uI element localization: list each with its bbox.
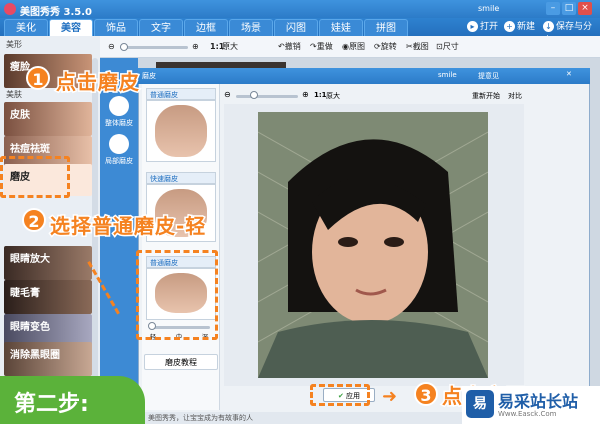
- tab-frame[interactable]: 边框: [184, 19, 228, 36]
- tab-doll[interactable]: 娃娃: [319, 19, 363, 36]
- redo-button[interactable]: ↷重做: [310, 40, 333, 54]
- dialog-zoom-ratio[interactable]: 1:1: [314, 91, 327, 99]
- preset-label-quick: 快速磨皮: [146, 172, 216, 184]
- eye-icon: ◉: [342, 42, 349, 51]
- new-button[interactable]: + 新建: [504, 20, 535, 34]
- list-item-mascara[interactable]: 睫毛膏: [4, 280, 92, 314]
- main-tab-bar: 美化 美容 饰品 文字 边框 场景 闪图 娃娃 拼图 ▸ 打开 + 新建 ↓ 保存与分…: [0, 18, 600, 46]
- dialog-original-size[interactable]: 原大: [326, 91, 340, 101]
- portrait-illustration: [258, 112, 488, 378]
- rotate-button[interactable]: ⟳旋转: [374, 40, 397, 54]
- tab-collage[interactable]: 拼图: [364, 19, 408, 36]
- dialog-zoom-knob[interactable]: [250, 91, 258, 99]
- step1-text: 点击磨皮: [55, 69, 141, 96]
- zoom-slider[interactable]: [120, 46, 188, 49]
- list-item-skin[interactable]: 皮肤: [4, 102, 92, 136]
- step2-text: 选择普通磨皮-轻: [48, 213, 207, 240]
- partial-smoothing-button[interactable]: 局部磨皮: [104, 134, 134, 174]
- zoom-out-icon[interactable]: ⊖: [108, 40, 115, 54]
- list-item-dark-circles[interactable]: 消除黑眼圈: [4, 342, 92, 376]
- crop-button[interactable]: ✂截图: [406, 40, 429, 54]
- open-button[interactable]: ▸ 打开: [467, 20, 498, 34]
- step1-highlight-box: [0, 156, 70, 198]
- portrait-photo: [258, 112, 488, 378]
- step3-arrow-icon: ➜: [382, 386, 398, 407]
- zoom-in-icon[interactable]: ⊕: [192, 40, 199, 54]
- step1-number: 1: [26, 66, 50, 90]
- tab-text[interactable]: 文字: [139, 19, 183, 36]
- original-button[interactable]: ◉原图: [342, 40, 365, 54]
- rotate-icon: ⟳: [374, 42, 381, 51]
- site-logo-icon: 易: [466, 390, 494, 418]
- site-url: Www.Easck.Com: [498, 410, 557, 418]
- app-logo-icon: [4, 3, 16, 15]
- zoom-slider-knob[interactable]: [120, 43, 128, 51]
- resize-icon: ⊡: [436, 42, 443, 51]
- maximize-button[interactable]: □: [562, 2, 576, 15]
- section-shape-header: 美形: [0, 38, 100, 52]
- dialog-zoom-slider[interactable]: [236, 95, 298, 98]
- close-button[interactable]: ×: [578, 2, 592, 15]
- step3-number: 3: [414, 382, 438, 406]
- list-item-enlarge-eyes[interactable]: 眼睛放大: [4, 246, 92, 280]
- tab-cosmetic[interactable]: 美容: [49, 19, 93, 36]
- preset-label-top: 普通磨皮: [146, 88, 216, 100]
- dialog-user: smile: [438, 71, 457, 79]
- original-size-button[interactable]: 原大: [222, 40, 238, 54]
- dialog-toolbar: ⊖ ⊕ 1:1 原大 重新开始 对比: [218, 88, 588, 102]
- feedback-link[interactable]: 提意见: [478, 71, 499, 81]
- step2-number: 2: [22, 208, 46, 232]
- tab-scene[interactable]: 场景: [229, 19, 273, 36]
- dialog-zoom-in-icon[interactable]: ⊕: [302, 90, 309, 99]
- dialog-title-bar: 磨皮 smile 提意见 ✕: [138, 68, 590, 84]
- site-watermark: 易 易采站长站 Www.Easck.Com: [462, 386, 600, 424]
- step-banner: 第二步:: [0, 376, 145, 424]
- dialog-title: 磨皮: [142, 72, 156, 80]
- save-icon: ↓: [543, 21, 554, 32]
- tab-accessories[interactable]: 饰品: [94, 19, 138, 36]
- save-share-button[interactable]: ↓保存与分享: [543, 20, 600, 46]
- undo-button[interactable]: ↶撤销: [278, 40, 301, 54]
- undo-icon: ↶: [278, 42, 285, 51]
- app-title: 美图秀秀 3.5.0: [20, 7, 92, 18]
- user-name[interactable]: smile: [478, 4, 499, 13]
- restart-button[interactable]: 重新开始: [472, 91, 500, 101]
- crop-icon: ✂: [406, 42, 413, 51]
- size-button[interactable]: ⊡尺寸: [436, 40, 459, 54]
- face-icon: [109, 96, 129, 116]
- folder-icon: ▸: [467, 21, 478, 32]
- title-bar: 美图秀秀 3.5.0 smile – □ ×: [0, 0, 600, 18]
- overall-smoothing-button[interactable]: 整体磨皮: [104, 96, 134, 136]
- brush-icon: [109, 134, 129, 154]
- step2-highlight-box: [136, 250, 218, 340]
- minimize-button[interactable]: –: [546, 2, 560, 15]
- plus-icon: +: [504, 21, 515, 32]
- dialog-zoom-out-icon[interactable]: ⊖: [224, 90, 231, 99]
- step3-highlight-box: [310, 384, 370, 406]
- smoothing-tutorial-button[interactable]: 磨皮教程: [144, 354, 218, 370]
- compare-button[interactable]: 对比: [508, 91, 522, 101]
- tab-beautify[interactable]: 美化: [4, 19, 48, 36]
- redo-icon: ↷: [310, 42, 317, 51]
- site-name: 易采站长站: [498, 392, 579, 411]
- preset-thumb-top[interactable]: [146, 100, 216, 162]
- tab-flash[interactable]: 闪图: [274, 19, 318, 36]
- dialog-close-icon[interactable]: ✕: [566, 70, 572, 78]
